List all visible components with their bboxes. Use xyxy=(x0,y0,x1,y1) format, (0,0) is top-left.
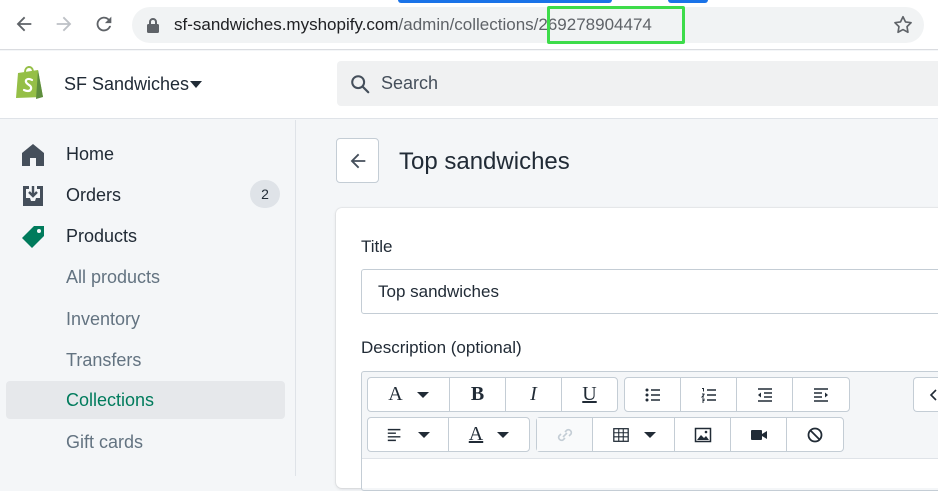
browser-back-button[interactable] xyxy=(10,10,38,38)
sidebar-item-label: Inventory xyxy=(66,309,140,330)
browser-reload-button[interactable] xyxy=(90,10,118,38)
page-title: Top sandwiches xyxy=(399,148,570,176)
sidebar-item-label: All products xyxy=(66,267,160,288)
insert-table-dropdown[interactable] xyxy=(593,418,675,451)
arrow-left-icon xyxy=(924,385,938,405)
font-style-label: A xyxy=(388,383,402,406)
sidebar-item-label: Collections xyxy=(66,390,154,411)
caret-down-icon xyxy=(417,392,429,398)
back-button[interactable] xyxy=(336,138,379,183)
italic-label: I xyxy=(530,383,537,406)
clear-formatting-button[interactable] xyxy=(787,418,843,451)
insert-video-button[interactable] xyxy=(731,418,787,451)
indent-button[interactable] xyxy=(793,378,849,411)
table-icon xyxy=(612,426,630,444)
text-format-group: A B I U xyxy=(367,377,618,412)
bullet-list-icon xyxy=(643,385,663,405)
url-id-highlight xyxy=(547,6,685,44)
admin-topbar: SF Sandwiches xyxy=(0,51,938,119)
browser-forward-button[interactable] xyxy=(50,10,78,38)
browser-toolbar: sf-sandwiches.myshopify.com/admin/collec… xyxy=(0,0,938,50)
bullet-list-button[interactable] xyxy=(625,378,681,411)
sidebar-nav: Home Orders 2 Products All products Inve… xyxy=(0,120,296,476)
tab-indicator xyxy=(668,0,708,3)
italic-button[interactable]: I xyxy=(506,378,562,411)
caret-down-icon[interactable] xyxy=(190,81,202,88)
sidebar-item-label: Home xyxy=(66,144,114,165)
sidebar-item-label: Transfers xyxy=(66,350,141,371)
more-options-button[interactable] xyxy=(914,378,938,411)
arrow-left-icon xyxy=(13,13,35,35)
sidebar-item-orders[interactable]: Orders 2 xyxy=(6,176,285,214)
sidebar-item-products[interactable]: Products xyxy=(6,217,285,255)
more-toolbar-group xyxy=(913,377,938,412)
insert-image-button[interactable] xyxy=(675,418,731,451)
video-camera-icon xyxy=(749,425,769,445)
outdent-button[interactable] xyxy=(737,378,793,411)
caret-down-icon xyxy=(497,432,509,438)
alignment-color-group: A xyxy=(367,417,530,452)
sidebar-item-gift-cards[interactable]: Gift cards xyxy=(6,423,285,461)
sidebar-item-label: Products xyxy=(66,226,137,247)
orders-count-badge: 2 xyxy=(250,180,280,208)
sidebar-item-home[interactable]: Home xyxy=(6,135,285,173)
arrow-right-icon xyxy=(53,13,75,35)
link-icon xyxy=(555,425,575,445)
title-input[interactable] xyxy=(361,269,938,314)
reload-icon xyxy=(93,13,115,35)
numbered-list-button[interactable] xyxy=(681,378,737,411)
outdent-icon xyxy=(755,385,775,405)
arrow-left-icon xyxy=(347,150,369,172)
shopify-bag-icon xyxy=(14,64,46,100)
sidebar-item-all-products[interactable]: All products xyxy=(6,258,285,296)
search-icon xyxy=(349,73,371,95)
font-style-dropdown[interactable]: A xyxy=(368,378,450,411)
image-icon xyxy=(693,425,713,445)
url-path: /admin/collections xyxy=(399,15,534,34)
search-bar xyxy=(337,61,938,106)
description-text-area[interactable] xyxy=(362,458,938,488)
underline-label: U xyxy=(582,383,596,406)
lock-icon xyxy=(146,17,160,33)
orders-inbox-icon xyxy=(20,183,46,209)
search-input[interactable] xyxy=(381,61,881,106)
list-format-group xyxy=(624,377,850,412)
star-icon[interactable] xyxy=(892,14,914,36)
block-icon xyxy=(805,425,825,445)
sidebar-item-collections[interactable]: Collections xyxy=(6,381,285,419)
bold-label: B xyxy=(471,383,484,406)
text-color-dropdown[interactable]: A xyxy=(449,418,529,451)
description-label: Description (optional) xyxy=(361,338,522,358)
address-bar[interactable]: sf-sandwiches.myshopify.com/admin/collec… xyxy=(132,7,924,43)
home-icon xyxy=(20,142,46,168)
caret-down-icon xyxy=(644,432,656,438)
bold-button[interactable]: B xyxy=(450,378,506,411)
caret-down-icon xyxy=(418,432,430,438)
tag-icon xyxy=(20,224,46,250)
sidebar-item-label: Gift cards xyxy=(66,432,143,453)
sidebar-item-label: Orders xyxy=(66,185,121,206)
indent-icon xyxy=(811,385,831,405)
underline-button[interactable]: U xyxy=(562,378,617,411)
insert-link-button[interactable] xyxy=(537,418,593,451)
title-label: Title xyxy=(361,237,393,257)
align-dropdown[interactable] xyxy=(368,418,449,451)
align-left-icon xyxy=(386,426,404,444)
store-name[interactable]: SF Sandwiches xyxy=(64,74,189,95)
text-color-label: A xyxy=(469,423,483,446)
tab-indicator xyxy=(398,0,612,3)
url-host: sf-sandwiches.myshopify.com xyxy=(174,15,399,34)
sidebar-item-inventory[interactable]: Inventory xyxy=(6,300,285,338)
sidebar-item-transfers[interactable]: Transfers xyxy=(6,341,285,379)
numbered-list-icon xyxy=(699,385,719,405)
insert-group xyxy=(536,417,844,452)
